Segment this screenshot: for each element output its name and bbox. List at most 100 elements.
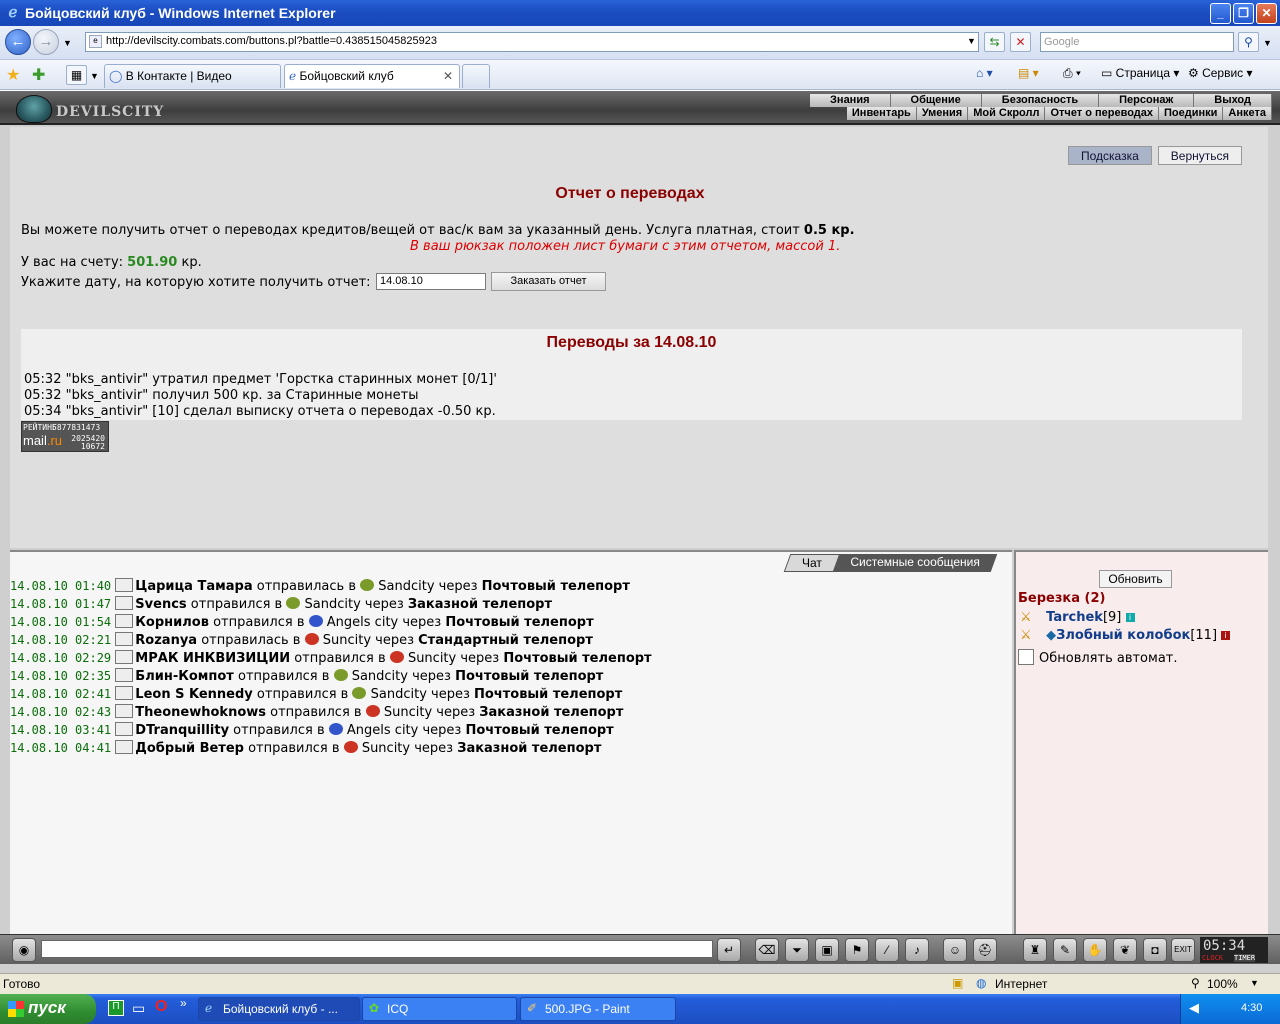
address-input[interactable]: e http://devilscity.combats.com/buttons.… (85, 32, 979, 52)
message-time[interactable]: 14.08.10 01:47 (10, 597, 111, 611)
player-name[interactable]: МРАК ИНКВИЗИЦИИ (135, 651, 290, 666)
helmet-icon[interactable]: ⛑ (973, 938, 997, 962)
add-favorite-icon[interactable]: ✚ (32, 65, 45, 85)
bag-icon[interactable]: ♜ (1023, 938, 1047, 962)
quicklaunch-icon-2[interactable]: ▭ (132, 1000, 145, 1017)
chat-speaker-icon[interactable]: ◉ (12, 938, 36, 962)
tab-chat[interactable]: Чат (783, 554, 840, 572)
zoom-level[interactable]: 100% (1207, 977, 1238, 991)
private-message-icon[interactable] (115, 704, 134, 718)
game-logo[interactable]: DEVILSCITY (16, 95, 163, 123)
exit-icon[interactable]: EXIT (1171, 938, 1195, 962)
task-icq[interactable]: ✿ ICQ (362, 997, 517, 1021)
fight-icon[interactable]: ⚔ (1020, 610, 1042, 625)
refresh-icon[interactable]: ⇆ (984, 32, 1005, 52)
user-name[interactable]: Злобный колобок (1056, 628, 1190, 643)
message-time[interactable]: 14.08.10 02:43 (10, 705, 111, 719)
quicklaunch-more-icon[interactable]: » (180, 996, 187, 1010)
tab-list-icon[interactable]: ▼ (90, 71, 99, 81)
maximize-button[interactable]: ❐ (1233, 3, 1254, 24)
player-name[interactable]: Svencs (135, 597, 186, 612)
forward-button[interactable]: → (33, 29, 59, 55)
chat-input[interactable] (41, 940, 713, 958)
menu-exit[interactable]: Выход (1194, 94, 1272, 107)
tab-close-icon[interactable]: ✕ (443, 69, 453, 83)
tools-menu[interactable]: ⚙ Сервис ▾ (1188, 66, 1253, 80)
tab-vkontakte[interactable]: ◯ В Контакте | Видео (104, 64, 281, 88)
task-paint[interactable]: ✐ 500.JPG - Paint (520, 997, 676, 1021)
search-options-icon[interactable]: ▼ (1263, 38, 1272, 48)
player-name[interactable]: Rozanya (135, 633, 197, 648)
scroll-icon[interactable]: ✎ (1053, 938, 1077, 962)
task-ie[interactable]: ℯ Бойцовский клуб - ... (198, 997, 360, 1021)
message-time[interactable]: 14.08.10 01:54 (10, 615, 111, 629)
address-dropdown-icon[interactable]: ▼ (961, 32, 982, 52)
stop-icon[interactable]: ✕ (1010, 32, 1031, 52)
start-button[interactable]: пуск (0, 994, 96, 1024)
message-time[interactable]: 14.08.10 02:35 (10, 669, 111, 683)
player-name[interactable]: Leon S Kennedy (135, 687, 252, 702)
fight-icon[interactable]: ⚔ (1020, 628, 1042, 643)
private-message-icon[interactable] (115, 740, 134, 754)
tab-system-messages[interactable]: Системные сообщения (833, 554, 998, 572)
search-icon[interactable]: ⚲ (1238, 32, 1259, 52)
private-icon[interactable]: ⁄ (875, 938, 899, 962)
filter-icon[interactable]: ⏷ (785, 938, 809, 962)
quicklaunch-icon-1[interactable]: П (108, 1000, 124, 1016)
auto-refresh-checkbox[interactable]: Обновлять автомат. (1018, 649, 1178, 666)
clear-icon[interactable]: ⌫ (755, 938, 779, 962)
order-report-button[interactable]: Заказать отчет (491, 272, 606, 291)
checkbox-icon[interactable] (1018, 649, 1034, 665)
player-name[interactable]: Корнилов (135, 615, 209, 630)
submenu-inventory[interactable]: Инвентарь (846, 107, 917, 120)
send-icon[interactable]: ↵ (717, 938, 741, 962)
user-name[interactable]: Tarchek (1046, 610, 1103, 625)
menu-knowledge[interactable]: Знания (810, 94, 891, 107)
message-time[interactable]: 14.08.10 01:40 (10, 579, 111, 593)
new-tab-button[interactable] (462, 64, 490, 88)
quick-tabs-icon[interactable]: ▦ (66, 65, 87, 85)
player-name[interactable]: Theonewhoknows (135, 705, 266, 720)
home-icon[interactable]: ⌂ ▾ (976, 66, 993, 80)
mailru-counter[interactable]: РЕЙТИНГ 5877831473 mail.ru 2025420 10672 (21, 421, 109, 452)
minimize-button[interactable]: _ (1210, 3, 1231, 24)
message-time[interactable]: 14.08.10 02:29 (10, 651, 111, 665)
search-input[interactable]: Google (1040, 32, 1234, 52)
zoom-dropdown-icon[interactable]: ▼ (1250, 978, 1259, 988)
info-icon[interactable]: i (1125, 613, 1135, 622)
print-icon[interactable]: ⎙ ▾ (1063, 66, 1081, 81)
smiley-icon[interactable]: ☺ (943, 938, 967, 962)
refresh-online-button[interactable]: Обновить (1099, 570, 1172, 588)
message-time[interactable]: 14.08.10 02:21 (10, 633, 111, 647)
submenu-profile[interactable]: Анкета (1223, 107, 1272, 120)
camera-icon[interactable]: ◘ (1143, 938, 1167, 962)
zoom-icon[interactable]: ⚲ (1191, 976, 1200, 990)
sound-icon[interactable]: ♪ (905, 938, 929, 962)
private-message-icon[interactable] (115, 722, 134, 736)
message-time[interactable]: 14.08.10 04:41 (10, 741, 111, 755)
favorites-star-icon[interactable]: ★ (6, 65, 20, 85)
message-time[interactable]: 14.08.10 02:41 (10, 687, 111, 701)
submenu-skills[interactable]: Умения (916, 107, 969, 120)
player-name[interactable]: Блин-Компот (135, 669, 234, 684)
menu-character[interactable]: Персонаж (1099, 94, 1195, 107)
info-icon[interactable]: i (1221, 631, 1231, 640)
cat-icon[interactable]: ❦ (1113, 938, 1137, 962)
player-name[interactable]: Добрый Ветер (135, 741, 244, 756)
private-message-icon[interactable] (115, 632, 134, 646)
walk-icon[interactable]: ⚑ (845, 938, 869, 962)
hands-icon[interactable]: ✋ (1083, 938, 1107, 962)
submenu-scroll[interactable]: Мой Скролл (968, 107, 1046, 120)
player-name[interactable]: Царица Тамара (135, 579, 252, 594)
close-button[interactable]: ✕ (1256, 3, 1277, 24)
private-message-icon[interactable] (115, 686, 134, 700)
save-icon[interactable]: ▣ (815, 938, 839, 962)
tab-combats[interactable]: ℯ Бойцовский клуб ✕ (284, 64, 460, 88)
return-button[interactable]: Вернуться (1157, 146, 1242, 165)
page-menu[interactable]: ▭ Страница ▾ (1101, 66, 1179, 80)
history-dropdown-icon[interactable]: ▼ (63, 38, 72, 48)
timer-label[interactable]: TIMER (1234, 954, 1256, 962)
private-message-icon[interactable] (115, 578, 134, 592)
submenu-battles[interactable]: Поединки (1159, 107, 1224, 120)
private-message-icon[interactable] (115, 596, 134, 610)
